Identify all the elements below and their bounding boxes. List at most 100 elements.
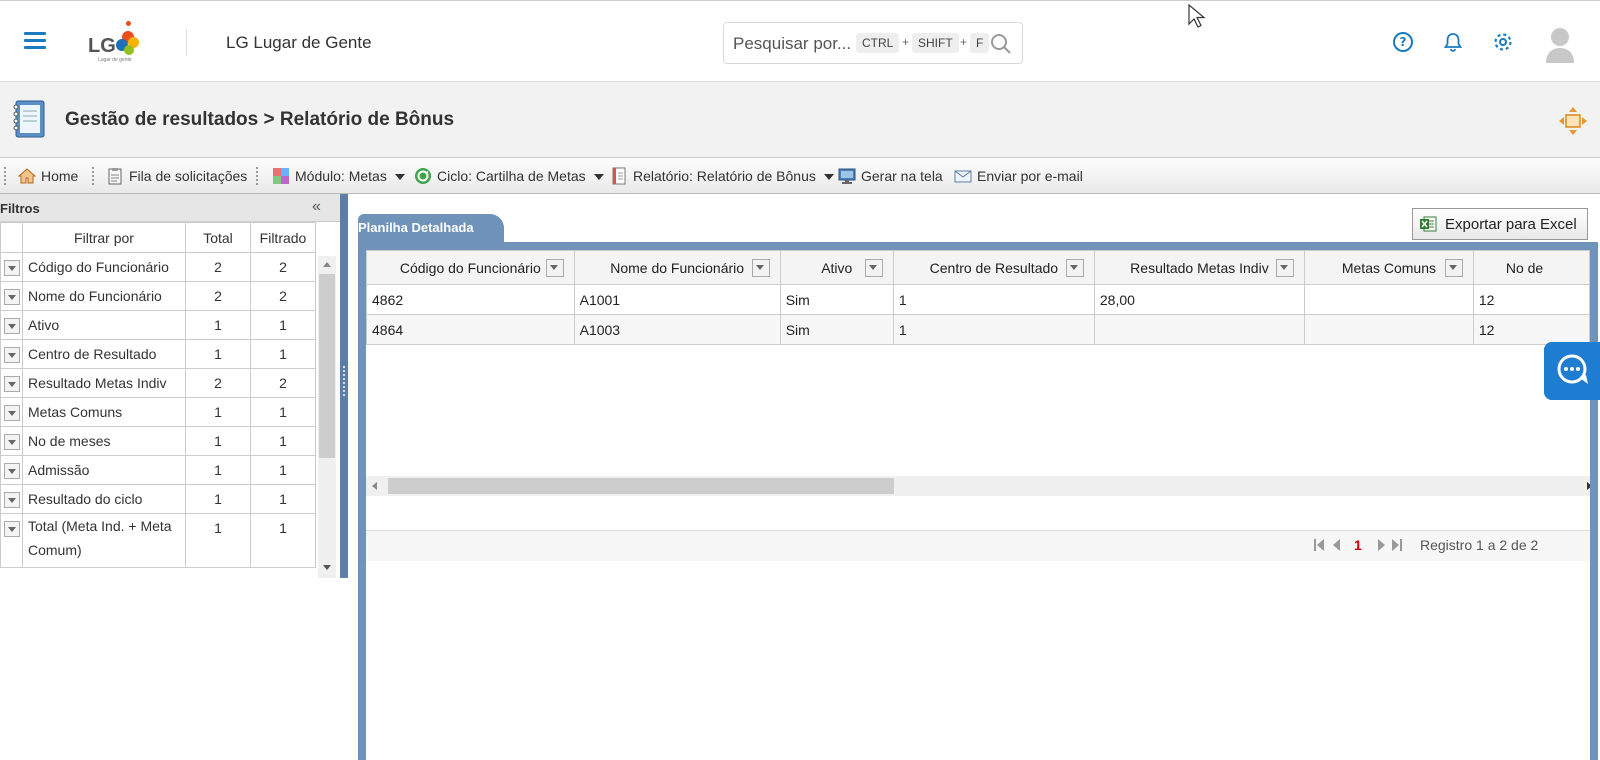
gear-icon[interactable] (1492, 31, 1514, 53)
column-label: Ativo (821, 259, 853, 276)
cell: 12 (1472, 314, 1590, 345)
toolbar-request-queue[interactable]: Fila de solicitações (106, 158, 247, 194)
search-input[interactable]: Pesquisar por... (733, 34, 851, 54)
grid-col-employee-name[interactable]: Nome do Funcionário (573, 250, 781, 285)
filters-scrollbar[interactable] (318, 256, 336, 578)
current-page: 1 (1354, 537, 1362, 553)
kbd-plus: + (960, 35, 968, 49)
monitor-icon (838, 168, 856, 184)
filters-header-blank (0, 222, 23, 253)
toolbar-module-dropdown[interactable]: Módulo: Metas (272, 158, 405, 194)
first-page-icon[interactable] (1314, 539, 1324, 551)
chat-icon[interactable] (1544, 342, 1600, 400)
column-menu-button[interactable] (545, 259, 564, 277)
kbd-f: F (970, 33, 990, 53)
filter-dropdown-button[interactable] (3, 259, 20, 276)
filter-dropdown-button[interactable] (3, 462, 20, 479)
grid-header-row: Código do Funcionário Nome do Funcionári… (366, 250, 1590, 285)
svg-text:?: ? (1400, 35, 1407, 49)
filter-name: Resultado do ciclo (22, 484, 186, 514)
grid-col-common-goals[interactable]: Metas Comuns (1304, 250, 1474, 285)
toolbar-send-email[interactable]: Enviar por e-mail (954, 158, 1083, 194)
filter-dropdown-button[interactable] (3, 288, 20, 305)
table-row[interactable]: 4864 A1003 Sim 1 12 (366, 314, 1590, 345)
filters-col-filtered: Filtrado (250, 222, 316, 253)
toolbar-cycle-dropdown[interactable]: Ciclo: Cartilha de Metas (414, 158, 604, 194)
filter-filtered: 1 (250, 426, 316, 456)
panel-splitter[interactable] (340, 194, 348, 578)
last-page-icon[interactable] (1392, 539, 1402, 551)
module-icon (273, 168, 289, 184)
expand-icon[interactable] (1558, 106, 1588, 136)
next-page-icon[interactable] (1378, 539, 1386, 551)
avatar[interactable] (1544, 25, 1576, 63)
grid-horizontal-scrollbar[interactable] (366, 476, 1590, 496)
tab-detailed-sheet[interactable]: Planilha Detalhada (358, 214, 504, 242)
filter-dropdown-button[interactable] (3, 433, 20, 450)
filter-row: No de meses 1 1 (0, 426, 316, 456)
scroll-right-icon[interactable] (1587, 482, 1590, 490)
filter-row: Resultado do ciclo 1 1 (0, 484, 316, 514)
filter-filtered: 1 (250, 339, 316, 369)
column-label: Nome do Funcionário (610, 259, 745, 276)
column-menu-button[interactable] (864, 259, 883, 277)
scroll-left-icon[interactable] (372, 482, 377, 490)
grid-col-result-center[interactable]: Centro de Resultado (892, 250, 1095, 285)
filter-dropdown-button[interactable] (3, 521, 20, 538)
filter-dropdown-button[interactable] (3, 346, 20, 363)
toolbar-report-label: Relatório: Relatório de Bônus (633, 168, 816, 184)
mouse-cursor-icon (1188, 4, 1206, 28)
scrollbar-thumb[interactable] (319, 274, 335, 458)
grid-col-individual-goals[interactable]: Resultado Metas Indiv (1093, 250, 1306, 285)
cell (1304, 314, 1474, 345)
filter-total: 1 (185, 426, 251, 456)
toolbar-home[interactable]: Home (18, 158, 78, 194)
toolbar-cycle-label: Ciclo: Cartilha de Metas (437, 168, 586, 184)
cell: A1001 (573, 284, 781, 315)
search-box[interactable]: Pesquisar por... CTRL + SHIFT + F (723, 22, 1023, 64)
grid-col-months[interactable]: No de (1472, 250, 1590, 285)
pager: 1 Registro 1 a 2 de 2 (366, 530, 1590, 561)
column-menu-button[interactable] (1276, 259, 1295, 277)
search-icon[interactable] (990, 33, 1012, 55)
filter-filtered: 1 (250, 310, 316, 340)
filter-dropdown-button[interactable] (3, 491, 20, 508)
column-menu-button[interactable] (1444, 259, 1463, 277)
lg-logo[interactable]: LG Lugar de gente (86, 17, 146, 67)
export-excel-button[interactable]: Exportar para Excel (1412, 208, 1588, 240)
splitter-grip[interactable] (343, 366, 347, 396)
cell: 4862 (366, 284, 575, 315)
filter-row: Metas Comuns 1 1 (0, 397, 316, 427)
scroll-down-icon[interactable] (323, 565, 331, 570)
scrollbar-thumb[interactable] (388, 478, 894, 494)
data-grid: Código do Funcionário Nome do Funcionári… (358, 242, 1598, 760)
collapse-panel-icon[interactable]: « (312, 198, 321, 216)
filters-title: Filtros (0, 201, 40, 216)
table-row[interactable]: 4862 A1001 Sim 1 28,00 12 (366, 284, 1590, 315)
prev-page-icon[interactable] (1332, 539, 1340, 551)
filter-dropdown-button[interactable] (3, 375, 20, 392)
filter-dropdown-button[interactable] (3, 317, 20, 334)
scroll-up-icon[interactable] (323, 262, 331, 267)
cell: 1 (892, 314, 1095, 345)
toolbar-report-dropdown[interactable]: Relatório: Relatório de Bônus (610, 158, 834, 194)
toolbar-send-email-label: Enviar por e-mail (977, 168, 1083, 184)
column-menu-button[interactable] (751, 259, 770, 277)
filter-name: Ativo (22, 310, 186, 340)
filter-filtered: 2 (250, 252, 316, 282)
menu-icon[interactable] (24, 32, 46, 50)
filters-table-header: Filtrar por Total Filtrado (0, 222, 316, 253)
grid-col-employee-code[interactable]: Código do Funcionário (366, 250, 575, 285)
bell-icon[interactable] (1442, 31, 1464, 53)
toolbar-request-queue-label: Fila de solicitações (129, 168, 248, 184)
grid-col-active[interactable]: Ativo (779, 250, 894, 285)
filter-name: Centro de Resultado (22, 339, 186, 369)
filter-filtered: 1 (250, 484, 316, 514)
column-menu-button[interactable] (1065, 259, 1084, 277)
toolbar-generate-on-screen[interactable]: Gerar na tela (838, 158, 943, 194)
app-title: LG Lugar de Gente (226, 33, 372, 52)
filter-filtered: 1 (250, 397, 316, 427)
filter-dropdown-button[interactable] (3, 404, 20, 421)
chevron-down-icon (823, 174, 834, 180)
help-icon[interactable]: ? (1392, 31, 1414, 53)
